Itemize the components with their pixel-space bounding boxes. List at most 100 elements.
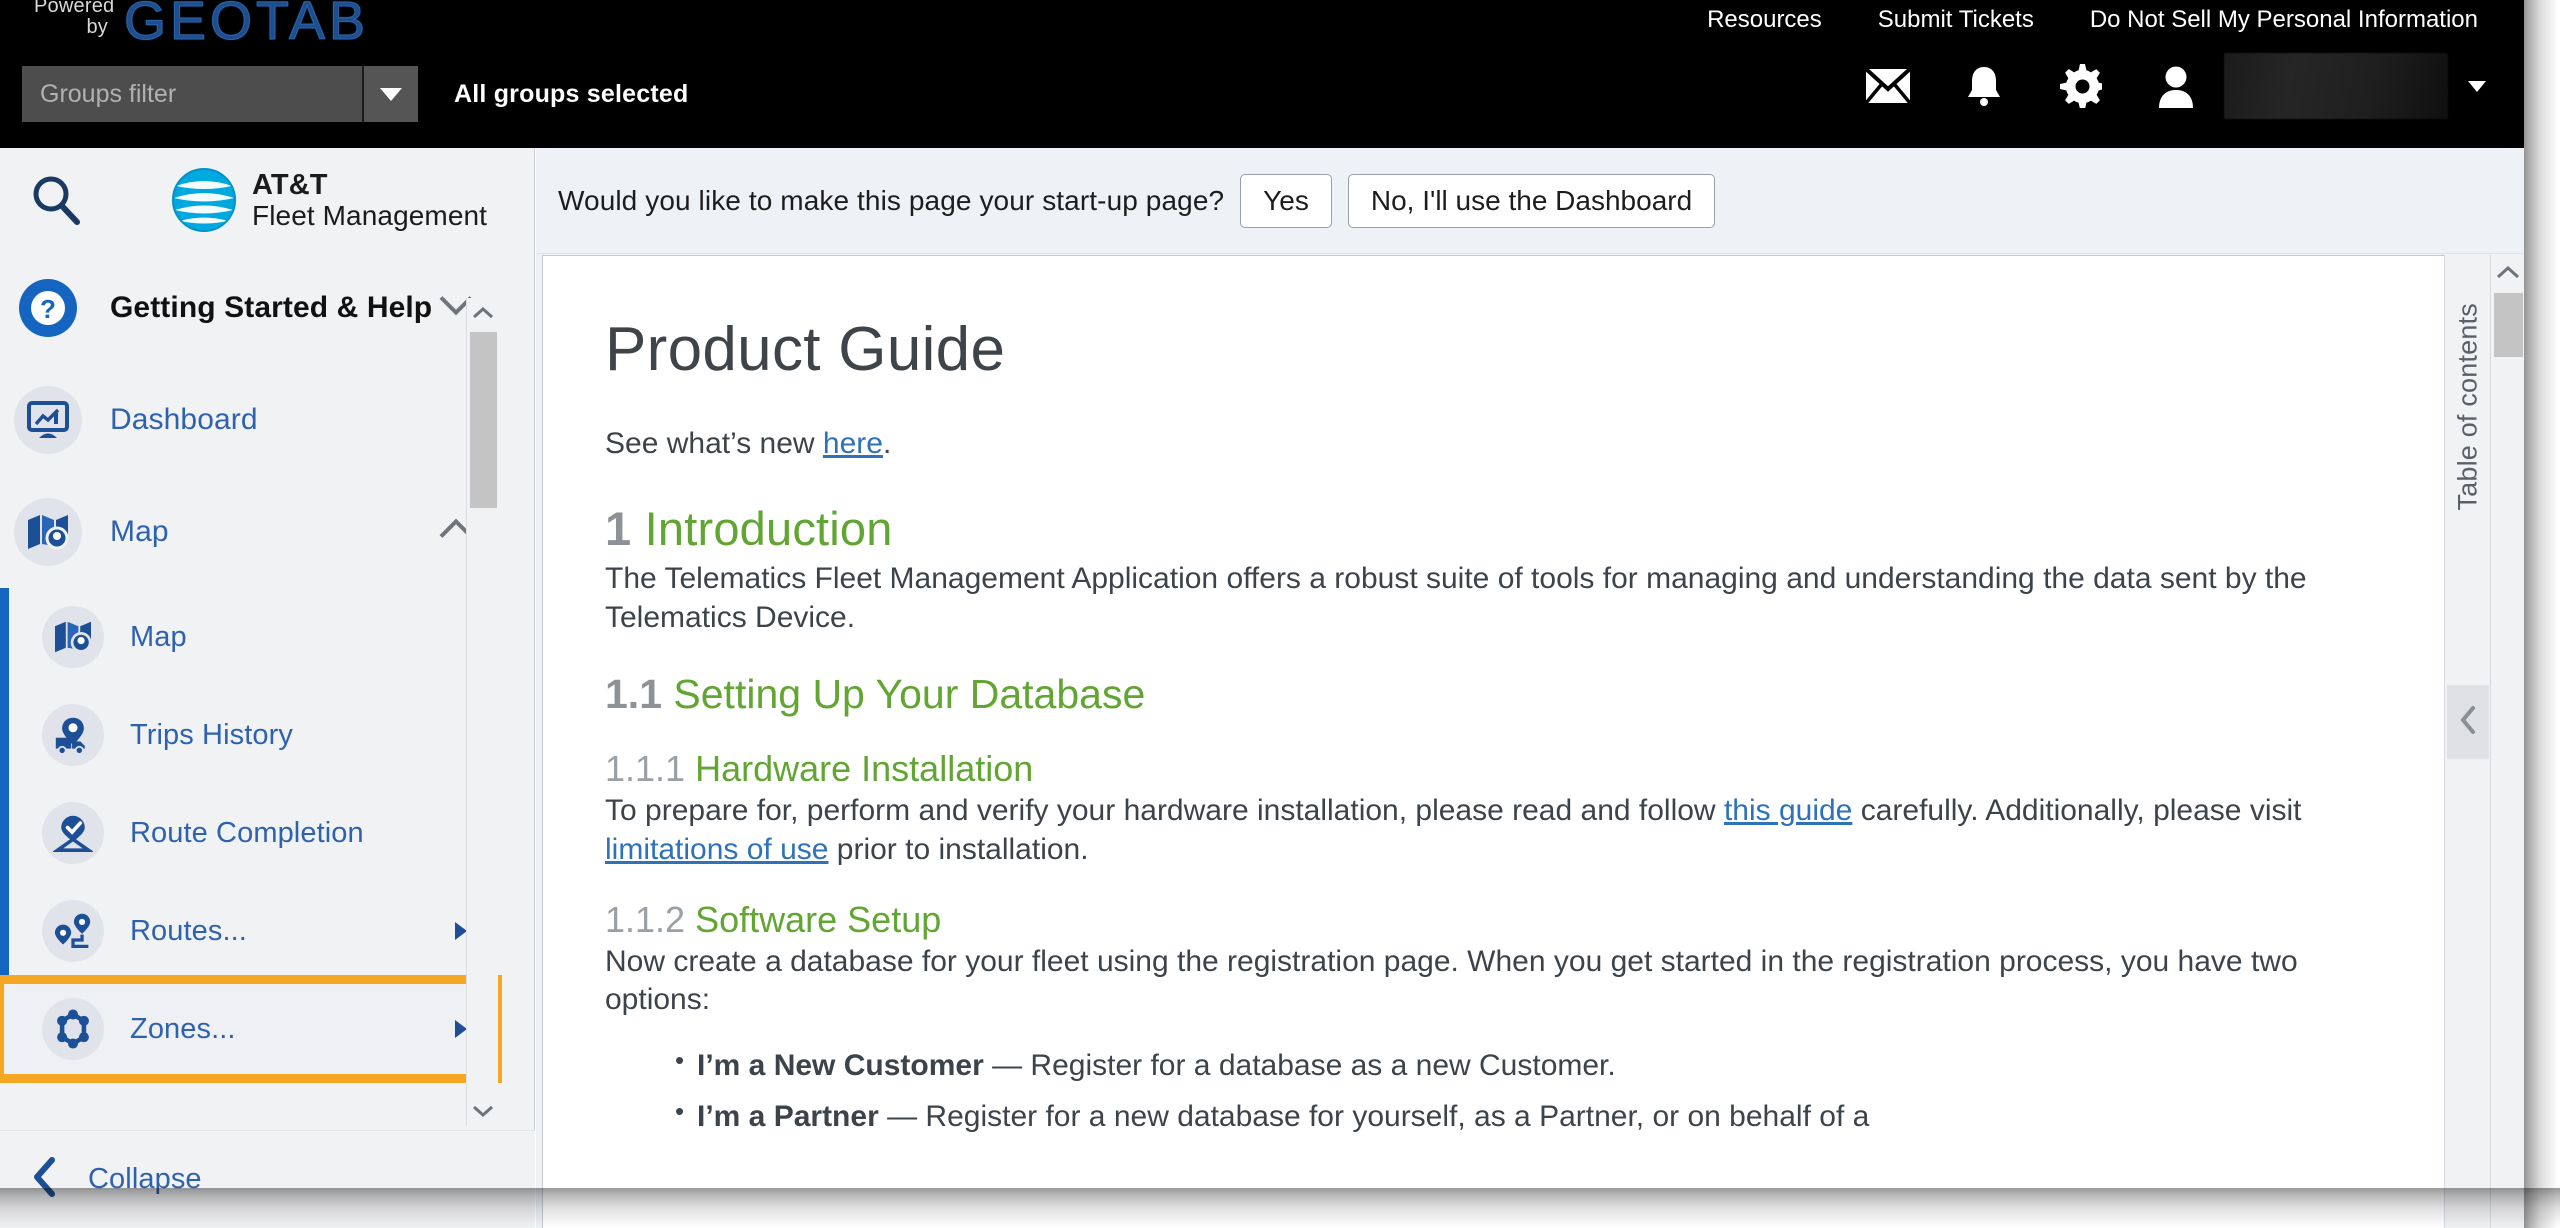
startup-no-button[interactable]: No, I'll use the Dashboard: [1347, 173, 1716, 228]
page-shadow-right: [2524, 0, 2560, 1228]
section-1-1-1-heading: 1.1.1 Hardware Installation: [605, 748, 2387, 790]
sidebar-item-route-completion[interactable]: Route Completion: [0, 784, 497, 882]
section-1-1-1-number: 1.1.1: [605, 748, 686, 790]
route-completion-icon: [42, 802, 104, 864]
groups-filter-input[interactable]: [22, 66, 362, 122]
sidebar-item-routes[interactable]: Routes...: [0, 882, 497, 980]
powered-by-text: Powered by: [34, 0, 115, 38]
routes-icon: [42, 900, 104, 962]
sidebar-item-zones[interactable]: Zones...: [0, 975, 502, 1083]
whats-new-suffix: .: [882, 427, 892, 460]
document-body: Product Guide See what’s new here. 1 Int…: [543, 256, 2457, 1136]
chevron-up-icon[interactable]: [467, 298, 499, 328]
sidebar-item-getting-started-help[interactable]: ? Getting Started & Help: [0, 252, 497, 364]
scrollbar-thumb[interactable]: [2494, 293, 2523, 357]
sidebar-collapse-button[interactable]: Collapse: [0, 1130, 535, 1228]
groups-filter[interactable]: [22, 66, 418, 122]
section-1-1-2-title: Software Setup: [695, 898, 942, 940]
chevron-down-icon: [2468, 80, 2486, 92]
app-root: Powered by GEOTAB Resources Submit Ticke…: [0, 0, 2560, 1228]
list-item-bold: I’m a New Customer: [697, 1048, 984, 1082]
sidebar-item-map[interactable]: Map: [0, 588, 497, 686]
section-1-number: 1: [605, 502, 632, 556]
brand-line-2: Fleet Management: [252, 199, 488, 231]
sidebar-item-trips-history[interactable]: Trips History: [0, 686, 497, 784]
sidebar-item-label: Map: [130, 620, 187, 653]
hw-text-1: To prepare for, perform and verify your …: [605, 794, 1724, 828]
sidebar-scrollbar[interactable]: [466, 298, 498, 1126]
geotab-logo: GEOTAB: [123, 0, 370, 51]
startup-page-question: Would you like to make this page your st…: [558, 184, 1225, 216]
list-item: I’m a Partner — Register for a new datab…: [675, 1095, 2387, 1136]
trips-history-icon: [42, 704, 104, 766]
section-1-title: Introduction: [644, 502, 893, 556]
att-globe-icon: [172, 168, 236, 232]
user-menu-dropdown-button[interactable]: [2448, 56, 2506, 116]
list-item-rest: — Register for a new database for yourse…: [878, 1099, 1870, 1133]
section-1-1-2-number: 1.1.2: [605, 898, 686, 940]
main-scrollbar[interactable]: [2490, 255, 2524, 1228]
sidebar-item-label: Trips History: [130, 718, 293, 751]
toc-collapse-button[interactable]: [2447, 685, 2489, 759]
section-1-1-title: Setting Up Your Database: [673, 671, 1146, 718]
whats-new-prefix: See what’s new: [605, 427, 823, 460]
section-1-1-1-title: Hardware Installation: [695, 748, 1034, 790]
dashboard-icon: [14, 386, 82, 454]
sidebar-item-label: Dashboard: [110, 403, 258, 436]
search-icon[interactable]: [18, 162, 94, 238]
section-1-1-1-body: To prepare for, perform and verify your …: [605, 792, 2387, 869]
powered-by-geotab: Powered by GEOTAB: [34, 0, 370, 51]
sidebar-nav-scroll-area: ? Getting Started & Help Dashboard Map M…: [0, 252, 535, 1130]
top-link-submit-tickets[interactable]: Submit Tickets: [1850, 7, 2062, 33]
section-1-1-2-heading: 1.1.2 Software Setup: [605, 899, 2387, 941]
table-of-contents-label[interactable]: Table of contents: [2452, 303, 2483, 511]
sidebar-item-map-group[interactable]: Map: [0, 476, 497, 588]
sidebar: AT&T Fleet Management ? Getting Started …: [0, 148, 535, 1228]
scrollbar-thumb[interactable]: [470, 332, 497, 508]
sidebar-item-label: Routes...: [130, 914, 247, 947]
hw-text-2: carefully. Additionally, please visit: [1852, 794, 2302, 828]
sidebar-header: AT&T Fleet Management: [0, 148, 534, 252]
svg-text:?: ?: [40, 294, 56, 324]
groups-selected-label: All groups selected: [454, 79, 689, 108]
list-item-rest: — Register for a database as a new Custo…: [983, 1048, 1616, 1082]
whats-new-link[interactable]: here: [823, 427, 883, 460]
list-item: I’m a New Customer — Register for a data…: [675, 1044, 2387, 1085]
limitations-of-use-link[interactable]: limitations of use: [605, 833, 828, 866]
brand-line-1: AT&T: [252, 169, 328, 202]
startup-yes-button[interactable]: Yes: [1240, 173, 1332, 228]
zones-icon: [42, 998, 104, 1060]
sidebar-item-label: Map: [110, 515, 169, 548]
main-content: Would you like to make this page your st…: [536, 148, 2524, 1228]
bell-icon[interactable]: [1936, 56, 2032, 116]
mail-icon[interactable]: [1840, 56, 1936, 116]
section-1-1-heading: 1.1 Setting Up Your Database: [605, 671, 2387, 718]
chevron-down-icon[interactable]: [467, 1096, 499, 1126]
sidebar-submenu-map: Map Trips History Route Completion Route…: [0, 588, 502, 1083]
top-links: Resources Submit Tickets Do Not Sell My …: [1679, 0, 2506, 40]
sidebar-item-dashboard[interactable]: Dashboard: [0, 364, 497, 476]
startup-page-banner: Would you like to make this page your st…: [536, 148, 2524, 254]
chevron-left-icon: [2458, 705, 2478, 740]
chevron-up-icon[interactable]: [2491, 255, 2525, 289]
sidebar-collapse-label: Collapse: [88, 1163, 202, 1195]
top-link-do-not-sell[interactable]: Do Not Sell My Personal Information: [2062, 7, 2506, 33]
sidebar-item-label: Route Completion: [130, 816, 364, 849]
top-link-resources[interactable]: Resources: [1679, 7, 1850, 33]
table-of-contents-rail[interactable]: Table of contents: [2444, 255, 2490, 1228]
chevron-down-icon: [380, 87, 402, 101]
user-name-field[interactable]: [2224, 53, 2448, 119]
list-item-bold: I’m a Partner: [697, 1099, 879, 1133]
this-guide-link[interactable]: this guide: [1724, 794, 1852, 827]
product-guide-document: Product Guide See what’s new here. 1 Int…: [542, 255, 2458, 1228]
help-circle-icon: ?: [14, 274, 82, 342]
section-1-body: The Telematics Fleet Management Applicat…: [605, 562, 2307, 634]
groups-filter-dropdown-button[interactable]: [362, 66, 418, 122]
section-1-1-number: 1.1: [605, 671, 662, 718]
hw-text-3: prior to installation.: [828, 832, 1089, 866]
chevron-left-icon: [30, 1157, 58, 1202]
header-icon-group: [1840, 53, 2506, 119]
map-pin-icon: [42, 606, 104, 668]
user-icon[interactable]: [2128, 56, 2224, 116]
gear-icon[interactable]: [2032, 56, 2128, 116]
